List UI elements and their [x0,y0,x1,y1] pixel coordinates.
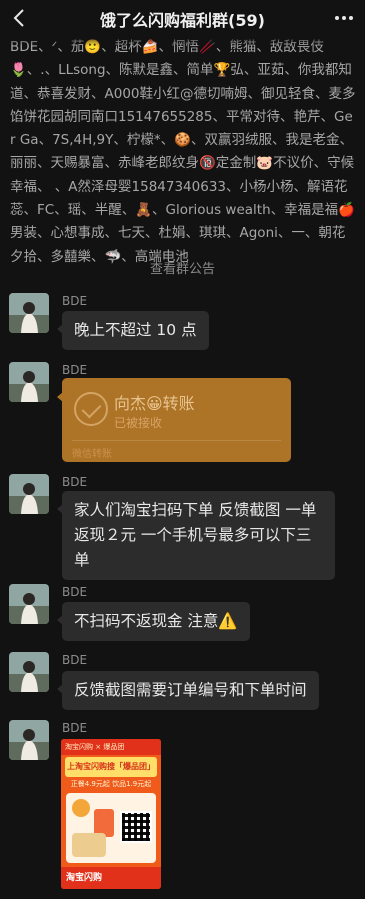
sender-avatar[interactable] [9,584,49,624]
sender-avatar[interactable] [9,652,49,692]
avatar-image-icon [9,474,49,514]
member-list-fade [0,32,365,46]
view-label: 查看 [149,262,176,277]
message-bubble[interactable]: 家人们淘宝扫码下单 反馈截图 一单返现２元 一个手机号最多可以下三单 [57,491,335,580]
poster-product-card [66,793,156,863]
poster-brand-bar: 淘宝闪购 × 爆品团 [61,739,161,755]
avatar-image-icon [9,652,49,692]
sender-name: BDE [62,585,88,599]
sender-avatar[interactable] [9,474,49,514]
message-bubble[interactable]: 不扫码不返现金 注意⚠️ [57,602,250,641]
back-arrow-icon[interactable] [12,8,26,28]
member-list-text: BDE、ᐟ、茄🙂、超杯🍰、惘悟🥢、熊猫、敌敌畏伎🌷、.、LLsong、陈默是鑫、… [10,39,356,265]
message-bubble[interactable]: 晚上不超过 10 点 [57,311,209,350]
sender-name: BDE [62,294,88,308]
sender-name: BDE [62,363,88,377]
avatar-image-icon [9,293,49,333]
sender-avatar[interactable] [9,720,49,760]
group-notice-row[interactable]: 查看群公告 [0,258,365,277]
top-bar: 饿了么闪购福利群(59) [0,0,365,36]
food-icon [72,799,90,817]
avatar-image-icon [9,584,49,624]
transfer-title: 向杰😀转账 [114,394,195,413]
message-bubble[interactable]: 反馈截图需要订单编号和下单时间 [57,671,319,710]
group-notice-link[interactable]: 群公告 [176,262,215,277]
meal-icon [72,833,106,857]
check-circle-icon [74,392,108,426]
transfer-footer: 微信转账 [72,449,112,460]
qr-code-icon [120,811,152,843]
more-options-icon[interactable] [333,8,355,28]
sender-name: BDE [62,721,88,735]
transfer-status: 已被接收 [114,416,163,430]
sender-avatar[interactable] [9,293,49,333]
poster-price: 正餐4.9元起 饮品1.9元起 [70,780,152,788]
sender-name: BDE [62,475,88,489]
transfer-card[interactable]: 向杰😀转账 已被接收 微信转账 [57,378,291,462]
sender-name: BDE [62,653,88,667]
poster-headline: 上淘宝闪购搜「爆品团」 [65,757,157,777]
poster-footer: 淘宝闪购 [61,867,161,889]
transfer-divider [72,440,281,441]
sender-avatar[interactable] [9,362,49,402]
promo-image[interactable]: 淘宝闪购 × 爆品团 上淘宝闪购搜「爆品团」 正餐4.9元起 饮品1.9元起 淘… [61,739,161,889]
chat-title: 饿了么闪购福利群(59) [100,11,265,30]
avatar-image-icon [9,720,49,760]
avatar-image-icon [9,362,49,402]
